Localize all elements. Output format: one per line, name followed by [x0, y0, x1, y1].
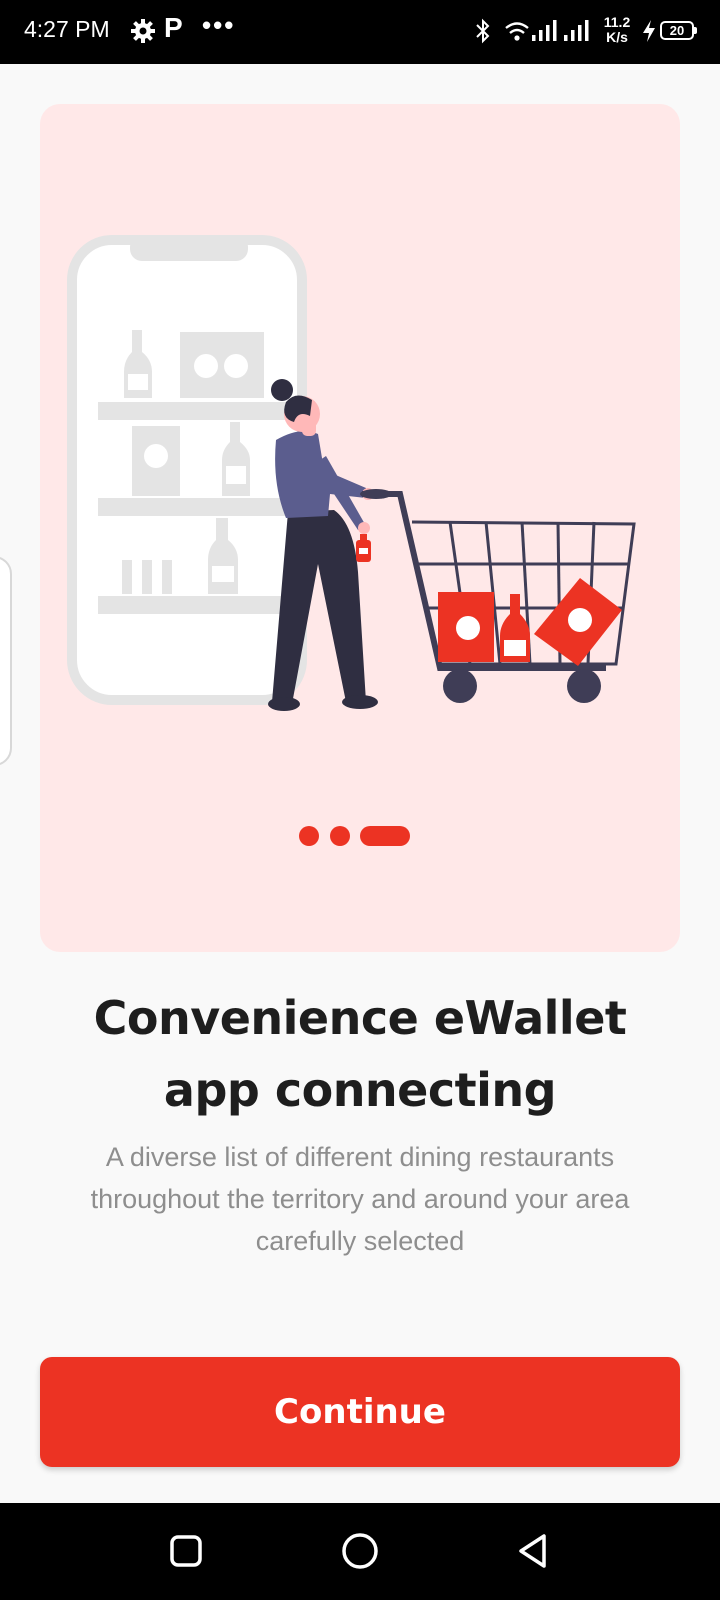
onboarding-title: Convenience eWallet app connecting [93, 991, 627, 1117]
signal-icon [532, 20, 557, 41]
bluetooth-icon [476, 18, 490, 44]
onboarding-description: A diverse list of different dining resta… [90, 1142, 630, 1256]
page-indicator-dot[interactable] [299, 826, 319, 846]
battery-icon: 20 [660, 21, 697, 40]
home-icon[interactable] [338, 1529, 382, 1573]
back-icon[interactable] [512, 1529, 556, 1573]
page-indicator [40, 826, 680, 846]
charging-icon [643, 20, 655, 42]
gear-icon [131, 19, 155, 43]
notification-p-icon: P [164, 12, 183, 43]
status-time: 4:27 PM [24, 16, 110, 42]
signal-icon [564, 20, 589, 41]
system-navigation-bar [0, 1503, 720, 1600]
side-panel-handle[interactable] [0, 556, 12, 766]
more-notifications-icon: ••• [202, 10, 236, 40]
onboarding-illustration-card [40, 104, 680, 952]
shopping-cart-illustration [67, 235, 636, 711]
continue-button[interactable]: Continue [40, 1357, 680, 1467]
status-bar: 4:27 PM P ••• 11.2 K/s 20 [0, 0, 720, 64]
page-indicator-dot-active[interactable] [360, 826, 410, 846]
page-indicator-dot[interactable] [330, 826, 350, 846]
recents-icon[interactable] [164, 1529, 208, 1573]
wifi-icon [505, 22, 529, 41]
network-speed: 11.2 K/s [603, 14, 631, 45]
